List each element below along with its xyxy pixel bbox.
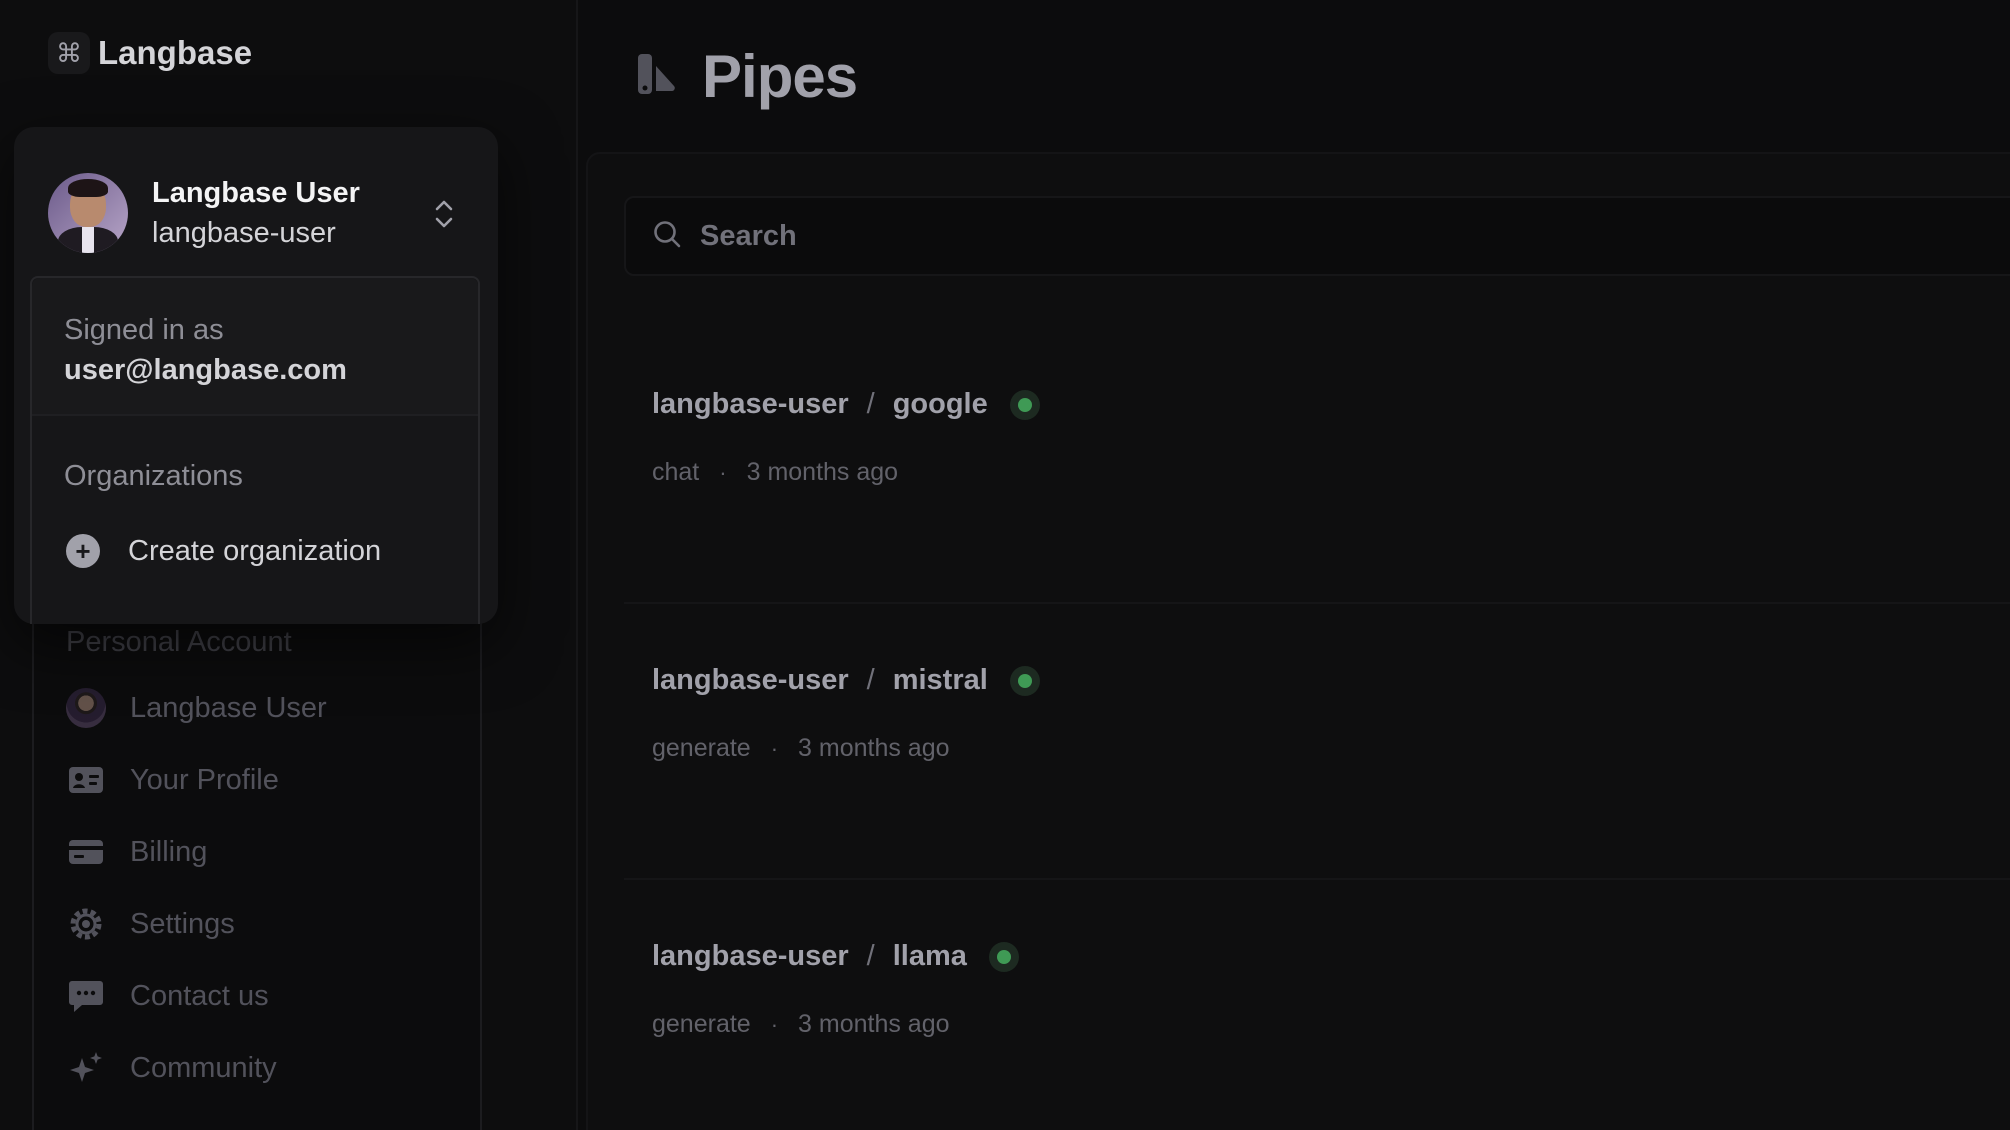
search-box[interactable] [624, 196, 2010, 276]
pipe-owner: langbase-user [652, 388, 849, 420]
sidebar-item-label: Your Profile [130, 763, 279, 796]
pipe-updated: 3 months ago [746, 458, 899, 486]
logo[interactable]: ⌘ Langbase [48, 32, 252, 74]
credit-card-icon [66, 832, 106, 872]
avatar [66, 688, 106, 728]
chevron-up-down-icon[interactable] [432, 197, 456, 236]
sidebar: ⌘ Langbase Personal Account Langbase Use… [0, 0, 578, 1130]
account-popover: Langbase User langbase-user Signed in as… [14, 127, 498, 624]
pipes-icon [636, 52, 678, 101]
app-name: Langbase [98, 34, 253, 71]
status-dot-icon [1009, 665, 1040, 696]
create-organization-label: Create organization [128, 534, 382, 567]
sidebar-item-label: Billing [130, 835, 208, 868]
id-card-icon [66, 760, 106, 800]
search-input[interactable] [700, 219, 2000, 253]
command-icon: ⌘ [48, 32, 90, 74]
sidebar-item-langbase-user[interactable]: Langbase User [66, 688, 327, 728]
pipe-separator: / [866, 388, 875, 420]
pipe-meta: generate · 3 months ago [652, 734, 950, 763]
sidebar-item-your-profile[interactable]: Your Profile [66, 760, 279, 800]
page-header: Pipes [636, 42, 858, 111]
sparkles-icon [66, 1048, 106, 1088]
pipe-updated: 3 months ago [798, 1010, 950, 1038]
organizations-label: Organizations [64, 460, 243, 492]
meta-separator: · [770, 1011, 779, 1037]
pipe-updated: 3 months ago [798, 734, 950, 762]
pipe-title[interactable]: langbase-user / mistral [652, 664, 1040, 697]
account-handle: langbase-user [152, 217, 336, 249]
account-name: Langbase User [152, 177, 360, 209]
pipe-name: google [892, 388, 988, 420]
sidebar-item-contact-us[interactable]: Contact us [66, 976, 269, 1016]
status-dot-icon [988, 941, 1019, 972]
pipe-name: mistral [892, 664, 988, 696]
pipe-separator: / [866, 940, 875, 972]
status-dot-icon [1009, 389, 1040, 420]
app-root: ⌘ Langbase Personal Account Langbase Use… [0, 0, 2010, 1130]
sidebar-item-label: Langbase User [130, 691, 327, 724]
signed-in-email: user@langbase.com [64, 354, 347, 386]
pipe-type: generate [652, 734, 751, 762]
pipe-meta: generate · 3 months ago [652, 1010, 950, 1039]
meta-separator: · [719, 459, 727, 485]
pipe-item-llama[interactable]: langbase-user / llama generate · 3 month… [624, 880, 2010, 1130]
search-icon [652, 219, 682, 254]
signed-in-label: Signed in as [64, 314, 224, 346]
plus-circle-icon: + [66, 534, 100, 568]
pipes-panel: langbase-user / google chat · 3 months a… [586, 152, 2010, 1130]
pipe-type: chat [652, 458, 700, 486]
account-switcher[interactable]: Langbase User langbase-user [48, 173, 360, 253]
sidebar-item-community[interactable]: Community [66, 1048, 277, 1088]
pipe-item-mistral[interactable]: langbase-user / mistral generate · 3 mon… [624, 604, 2010, 880]
pipe-item-google[interactable]: langbase-user / google chat · 3 months a… [624, 328, 2010, 604]
sidebar-item-label: Contact us [130, 979, 269, 1012]
account-menu: Signed in as user@langbase.com Organizat… [30, 276, 480, 624]
pipe-title[interactable]: langbase-user / llama [652, 940, 1019, 973]
pipe-owner: langbase-user [652, 940, 849, 972]
avatar [48, 173, 128, 253]
create-organization-button[interactable]: + Create organization [64, 534, 381, 568]
sidebar-item-settings[interactable]: Settings [66, 904, 235, 944]
section-label-personal-account: Personal Account [66, 626, 292, 658]
sidebar-item-billing[interactable]: Billing [66, 832, 207, 872]
pipe-type: generate [652, 1010, 751, 1038]
sidebar-item-label: Settings [130, 907, 235, 940]
pipe-separator: / [866, 664, 875, 696]
meta-separator: · [770, 735, 779, 761]
page-title: Pipes [702, 43, 858, 110]
sidebar-item-label: Community [130, 1051, 277, 1084]
pipe-meta: chat · 3 months ago [652, 458, 898, 487]
pipe-title[interactable]: langbase-user / google [652, 388, 1040, 421]
gear-icon [66, 904, 106, 944]
chat-bubble-icon [66, 976, 106, 1016]
pipe-name: llama [892, 940, 967, 972]
signed-in-section [32, 278, 478, 416]
pipe-owner: langbase-user [652, 664, 849, 696]
